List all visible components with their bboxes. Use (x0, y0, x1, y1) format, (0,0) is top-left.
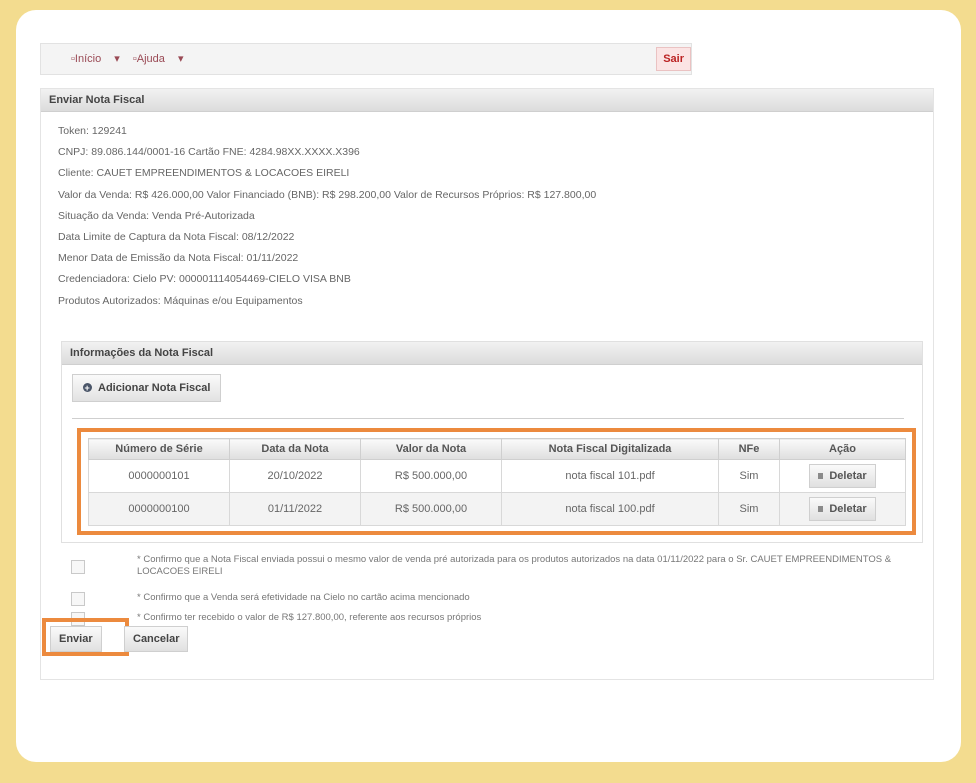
cell-acao: Deletar (779, 459, 906, 493)
screenshot-card: ▫Início ▾ ▫Ajuda ▾ Sair Enviar Nota Fisc… (16, 10, 961, 762)
panel-title: Enviar Nota Fiscal (41, 89, 933, 112)
trash-icon (818, 506, 824, 512)
cell-data: 01/11/2022 (229, 492, 361, 526)
credenciadora-line: Credenciadora: Cielo PV: 000001114054469… (58, 273, 351, 286)
menor-data-line: Menor Data de Emissão da Nota Fiscal: 01… (58, 252, 299, 265)
cell-acao: Deletar (779, 492, 906, 526)
menu-ajuda[interactable]: ▫Ajuda ▾ (133, 53, 184, 65)
col-numero-serie: Número de Série (88, 438, 230, 460)
add-nota-fiscal-button[interactable]: Adicionar Nota Fiscal (72, 374, 222, 402)
add-button-label: Adicionar Nota Fiscal (98, 382, 211, 394)
confirm-cielo-checkbox[interactable] (71, 592, 85, 606)
confirm-valor-label: * Confirmo que a Nota Fiscal enviada pos… (137, 554, 892, 577)
cell-nfe: Sim (718, 459, 780, 493)
confirm-cielo-label: * Confirmo que a Venda será efetividade … (137, 592, 470, 603)
divider (72, 418, 904, 419)
cell-valor: R$ 500.000,00 (360, 459, 502, 493)
menu-inicio[interactable]: ▫Início ▾ (71, 53, 120, 65)
cancelar-button[interactable]: Cancelar (124, 626, 189, 652)
situacao-line: Situação da Venda: Venda Pré-Autorizada (58, 209, 255, 222)
valor-line: Valor da Venda: R$ 426.000,00 Valor Fina… (58, 188, 597, 201)
cell-valor: R$ 500.000,00 (360, 492, 502, 526)
notas-table-highlight: Número de Série Data da Nota Valor da No… (77, 428, 916, 535)
table-row: 0000000101 20/10/2022 R$ 500.000,00 nota… (88, 459, 906, 493)
menu: ▫Início ▾ ▫Ajuda ▾ (71, 52, 193, 65)
cell-numero: 0000000100 (88, 492, 230, 526)
subpanel-title: Informações da Nota Fiscal (62, 342, 922, 365)
top-menu-bar: ▫Início ▾ ▫Ajuda ▾ Sair (40, 43, 692, 75)
trash-icon (818, 473, 824, 479)
cliente-line: Cliente: CAUET EMPREENDIMENTOS & LOCACOE… (58, 167, 350, 180)
col-data-nota: Data da Nota (229, 438, 361, 460)
logout-button[interactable]: Sair (656, 47, 691, 71)
notas-table: Número de Série Data da Nota Valor da No… (88, 438, 906, 526)
col-nota-digitalizada: Nota Fiscal Digitalizada (501, 438, 719, 460)
token-line: Token: 129241 (58, 125, 127, 137)
plus-icon (83, 375, 92, 401)
confirm-recursos-label: * Confirmo ter recebido o valor de R$ 12… (137, 612, 482, 623)
cell-data: 20/10/2022 (229, 459, 361, 493)
delete-label: Deletar (829, 470, 867, 482)
col-valor-nota: Valor da Nota (360, 438, 502, 460)
table-row: 0000000100 01/11/2022 R$ 500.000,00 nota… (88, 492, 906, 526)
cell-numero: 0000000101 (88, 459, 230, 493)
confirm-valor-checkbox[interactable] (71, 560, 85, 574)
produtos-line: Produtos Autorizados: Máquinas e/ou Equi… (58, 294, 303, 307)
data-limite-line: Data Limite de Captura da Nota Fiscal: 0… (58, 230, 295, 243)
delete-button[interactable]: Deletar (809, 464, 876, 488)
enviar-button[interactable]: Enviar (50, 626, 102, 652)
cell-arquivo: nota fiscal 100.pdf (501, 492, 719, 526)
delete-label: Deletar (829, 503, 867, 515)
sale-info: Token: 129241 CNPJ: 89.086.144/0001-16 C… (58, 121, 596, 312)
delete-button[interactable]: Deletar (809, 497, 876, 521)
cell-arquivo: nota fiscal 101.pdf (501, 459, 719, 493)
cnpj-line: CNPJ: 89.086.144/0001-16 Cartão FNE: 428… (58, 146, 360, 159)
cell-nfe: Sim (718, 492, 780, 526)
table-header-row: Número de Série Data da Nota Valor da No… (88, 438, 906, 460)
col-acao: Ação (779, 438, 906, 460)
col-nfe: NFe (718, 438, 780, 460)
